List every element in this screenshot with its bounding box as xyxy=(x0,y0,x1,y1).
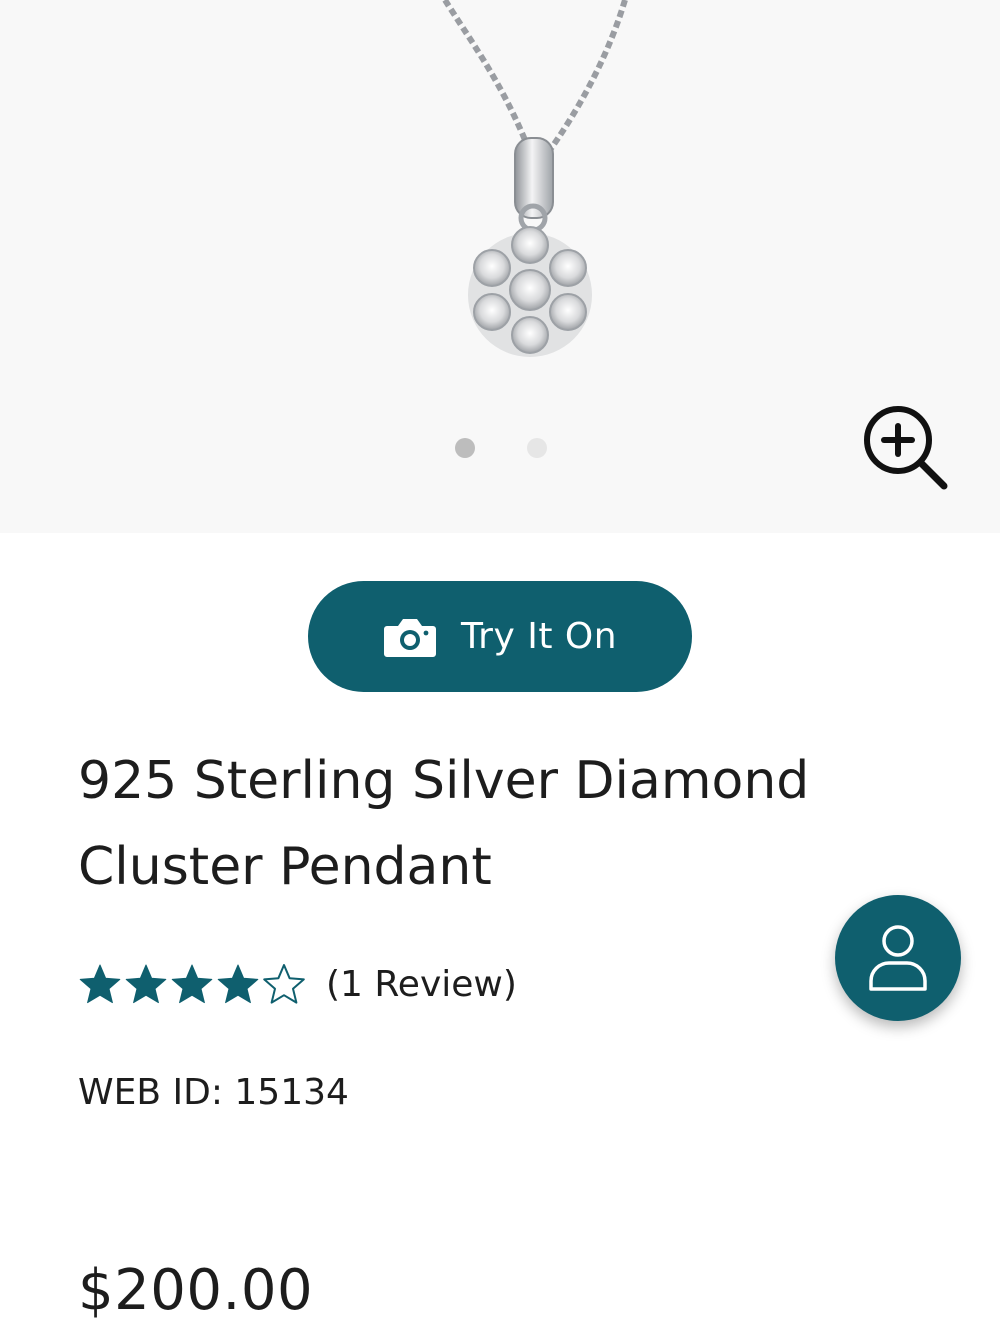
star-empty-icon xyxy=(263,964,305,1004)
carousel-dots xyxy=(455,438,547,458)
product-page: Try It On 925 Sterling Silver Diamond Cl… xyxy=(0,0,1000,1333)
rating-stars xyxy=(78,962,306,1006)
star-filled-icon xyxy=(217,964,259,1004)
try-it-on-button[interactable]: Try It On xyxy=(308,581,692,692)
star-filled-icon xyxy=(171,964,213,1004)
account-button[interactable] xyxy=(835,895,961,1021)
review-count-link[interactable]: (1 Review) xyxy=(326,964,517,1005)
product-title-line-2: Cluster Pendant xyxy=(78,837,492,897)
zoom-button[interactable] xyxy=(858,400,952,494)
try-it-on-label: Try It On xyxy=(460,616,618,657)
star-filled-icon xyxy=(125,964,167,1004)
camera-icon xyxy=(383,618,436,657)
product-rating[interactable]: (1 Review) xyxy=(78,962,517,1006)
product-title: 925 Sterling Silver Diamond Cluster Pend… xyxy=(78,738,878,910)
product-image-gallery[interactable] xyxy=(0,0,1000,533)
carousel-dot-2[interactable] xyxy=(527,438,547,458)
user-icon xyxy=(869,925,927,991)
carousel-dot-1[interactable] xyxy=(455,438,475,458)
star-filled-icon xyxy=(79,964,121,1004)
product-title-line-1: 925 Sterling Silver Diamond xyxy=(78,751,810,811)
product-price: $200.00 xyxy=(78,1258,314,1323)
web-id: WEB ID: 15134 xyxy=(78,1072,349,1113)
zoom-in-icon xyxy=(864,406,948,490)
